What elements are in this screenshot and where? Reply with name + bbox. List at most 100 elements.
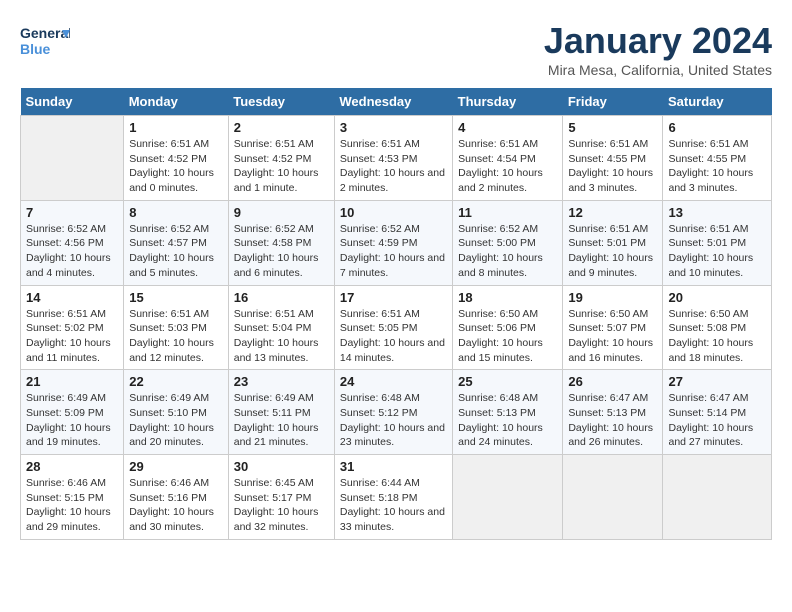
calendar-cell: 10 Sunrise: 6:52 AMSunset: 4:59 PMDayligh…: [334, 200, 452, 285]
header-thursday: Thursday: [453, 88, 563, 116]
day-number: 1: [129, 120, 223, 135]
day-number: 14: [26, 290, 118, 305]
day-number: 17: [340, 290, 447, 305]
calendar-week-row: 14 Sunrise: 6:51 AMSunset: 5:02 PMDayligh…: [21, 285, 772, 370]
day-number: 30: [234, 459, 329, 474]
calendar-cell: 15 Sunrise: 6:51 AMSunset: 5:03 PMDayligh…: [124, 285, 229, 370]
calendar-cell: 11Sunrise: 6:52 AMSunset: 5:00 PMDayligh…: [453, 200, 563, 285]
day-info: Sunrise: 6:51 AMSunset: 5:01 PMDaylight:…: [568, 222, 657, 281]
header-wednesday: Wednesday: [334, 88, 452, 116]
calendar-cell: 20 Sunrise: 6:50 AMSunset: 5:08 PMDayligh…: [663, 285, 772, 370]
day-info: Sunrise: 6:51 AMSunset: 4:55 PMDaylight:…: [668, 137, 766, 196]
day-info: Sunrise: 6:52 AMSunset: 4:56 PMDaylight:…: [26, 222, 118, 281]
logo: General Blue: [20, 20, 70, 60]
day-number: 16: [234, 290, 329, 305]
header-saturday: Saturday: [663, 88, 772, 116]
day-number: 7: [26, 205, 118, 220]
page-header: General Blue January 2024 Mira Mesa, Cal…: [20, 20, 772, 78]
day-number: 4: [458, 120, 557, 135]
day-number: 21: [26, 374, 118, 389]
day-info: Sunrise: 6:46 AMSunset: 5:16 PMDaylight:…: [129, 476, 223, 535]
calendar-cell: [453, 455, 563, 540]
day-number: 24: [340, 374, 447, 389]
calendar-cell: 4 Sunrise: 6:51 AMSunset: 4:54 PMDaylight…: [453, 116, 563, 201]
header-tuesday: Tuesday: [228, 88, 334, 116]
day-info: Sunrise: 6:50 AMSunset: 5:06 PMDaylight:…: [458, 307, 557, 366]
calendar-week-row: 7 Sunrise: 6:52 AMSunset: 4:56 PMDaylight…: [21, 200, 772, 285]
day-number: 9: [234, 205, 329, 220]
calendar-cell: 21 Sunrise: 6:49 AMSunset: 5:09 PMDayligh…: [21, 370, 124, 455]
day-number: 3: [340, 120, 447, 135]
day-info: Sunrise: 6:51 AMSunset: 5:04 PMDaylight:…: [234, 307, 329, 366]
calendar-cell: 9 Sunrise: 6:52 AMSunset: 4:58 PMDaylight…: [228, 200, 334, 285]
calendar-cell: 23 Sunrise: 6:49 AMSunset: 5:11 PMDayligh…: [228, 370, 334, 455]
day-number: 13: [668, 205, 766, 220]
calendar-cell: 28Sunrise: 6:46 AMSunset: 5:15 PMDayligh…: [21, 455, 124, 540]
day-number: 20: [668, 290, 766, 305]
day-info: Sunrise: 6:48 AMSunset: 5:12 PMDaylight:…: [340, 391, 447, 450]
calendar-cell: 14 Sunrise: 6:51 AMSunset: 5:02 PMDayligh…: [21, 285, 124, 370]
calendar-week-row: 28Sunrise: 6:46 AMSunset: 5:15 PMDayligh…: [21, 455, 772, 540]
day-number: 15: [129, 290, 223, 305]
day-info: Sunrise: 6:49 AMSunset: 5:11 PMDaylight:…: [234, 391, 329, 450]
day-info: Sunrise: 6:50 AMSunset: 5:07 PMDaylight:…: [568, 307, 657, 366]
day-info: Sunrise: 6:51 AMSunset: 5:05 PMDaylight:…: [340, 307, 447, 366]
calendar-cell: [21, 116, 124, 201]
day-info: Sunrise: 6:50 AMSunset: 5:08 PMDaylight:…: [668, 307, 766, 366]
header-monday: Monday: [124, 88, 229, 116]
day-info: Sunrise: 6:44 AMSunset: 5:18 PMDaylight:…: [340, 476, 447, 535]
day-number: 25: [458, 374, 557, 389]
day-number: 18: [458, 290, 557, 305]
day-info: Sunrise: 6:52 AMSunset: 4:58 PMDaylight:…: [234, 222, 329, 281]
day-number: 23: [234, 374, 329, 389]
day-info: Sunrise: 6:46 AMSunset: 5:15 PMDaylight:…: [26, 476, 118, 535]
calendar-cell: 17 Sunrise: 6:51 AMSunset: 5:05 PMDayligh…: [334, 285, 452, 370]
day-info: Sunrise: 6:51 AMSunset: 5:02 PMDaylight:…: [26, 307, 118, 366]
calendar-cell: 26Sunrise: 6:47 AMSunset: 5:13 PMDayligh…: [563, 370, 663, 455]
day-number: 8: [129, 205, 223, 220]
header-sunday: Sunday: [21, 88, 124, 116]
calendar-week-row: 21 Sunrise: 6:49 AMSunset: 5:09 PMDayligh…: [21, 370, 772, 455]
calendar-cell: 29 Sunrise: 6:46 AMSunset: 5:16 PMDayligh…: [124, 455, 229, 540]
day-info: Sunrise: 6:47 AMSunset: 5:14 PMDaylight:…: [668, 391, 766, 450]
calendar-cell: 27 Sunrise: 6:47 AMSunset: 5:14 PMDayligh…: [663, 370, 772, 455]
calendar-cell: 8 Sunrise: 6:52 AMSunset: 4:57 PMDaylight…: [124, 200, 229, 285]
calendar-subtitle: Mira Mesa, California, United States: [544, 62, 772, 78]
day-number: 12: [568, 205, 657, 220]
calendar-cell: 25 Sunrise: 6:48 AMSunset: 5:13 PMDayligh…: [453, 370, 563, 455]
calendar-cell: 19 Sunrise: 6:50 AMSunset: 5:07 PMDayligh…: [563, 285, 663, 370]
svg-text:Blue: Blue: [20, 41, 51, 57]
day-info: Sunrise: 6:51 AMSunset: 5:03 PMDaylight:…: [129, 307, 223, 366]
calendar-cell: 22Sunrise: 6:49 AMSunset: 5:10 PMDayligh…: [124, 370, 229, 455]
title-section: January 2024 Mira Mesa, California, Unit…: [544, 20, 772, 78]
day-info: Sunrise: 6:51 AMSunset: 4:55 PMDaylight:…: [568, 137, 657, 196]
day-number: 10: [340, 205, 447, 220]
day-number: 5: [568, 120, 657, 135]
calendar-cell: 3 Sunrise: 6:51 AMSunset: 4:53 PMDaylight…: [334, 116, 452, 201]
day-info: Sunrise: 6:51 AMSunset: 4:52 PMDaylight:…: [129, 137, 223, 196]
day-info: Sunrise: 6:51 AMSunset: 4:52 PMDaylight:…: [234, 137, 329, 196]
day-number: 29: [129, 459, 223, 474]
day-info: Sunrise: 6:49 AMSunset: 5:09 PMDaylight:…: [26, 391, 118, 450]
day-number: 19: [568, 290, 657, 305]
day-number: 22: [129, 374, 223, 389]
calendar-cell: 5 Sunrise: 6:51 AMSunset: 4:55 PMDaylight…: [563, 116, 663, 201]
calendar-cell: 1 Sunrise: 6:51 AMSunset: 4:52 PMDaylight…: [124, 116, 229, 201]
day-info: Sunrise: 6:51 AMSunset: 4:53 PMDaylight:…: [340, 137, 447, 196]
logo-icon: General Blue: [20, 20, 70, 60]
day-info: Sunrise: 6:52 AMSunset: 4:59 PMDaylight:…: [340, 222, 447, 281]
day-info: Sunrise: 6:52 AMSunset: 4:57 PMDaylight:…: [129, 222, 223, 281]
calendar-cell: 16 Sunrise: 6:51 AMSunset: 5:04 PMDayligh…: [228, 285, 334, 370]
calendar-cell: [663, 455, 772, 540]
calendar-cell: 2 Sunrise: 6:51 AMSunset: 4:52 PMDaylight…: [228, 116, 334, 201]
day-number: 27: [668, 374, 766, 389]
day-number: 2: [234, 120, 329, 135]
calendar-cell: 13Sunrise: 6:51 AMSunset: 5:01 PMDayligh…: [663, 200, 772, 285]
day-info: Sunrise: 6:52 AMSunset: 5:00 PMDaylight:…: [458, 222, 557, 281]
calendar-cell: 30Sunrise: 6:45 AMSunset: 5:17 PMDayligh…: [228, 455, 334, 540]
day-info: Sunrise: 6:48 AMSunset: 5:13 PMDaylight:…: [458, 391, 557, 450]
day-info: Sunrise: 6:51 AMSunset: 4:54 PMDaylight:…: [458, 137, 557, 196]
day-number: 31: [340, 459, 447, 474]
calendar-cell: 31 Sunrise: 6:44 AMSunset: 5:18 PMDayligh…: [334, 455, 452, 540]
calendar-title: January 2024: [544, 20, 772, 62]
